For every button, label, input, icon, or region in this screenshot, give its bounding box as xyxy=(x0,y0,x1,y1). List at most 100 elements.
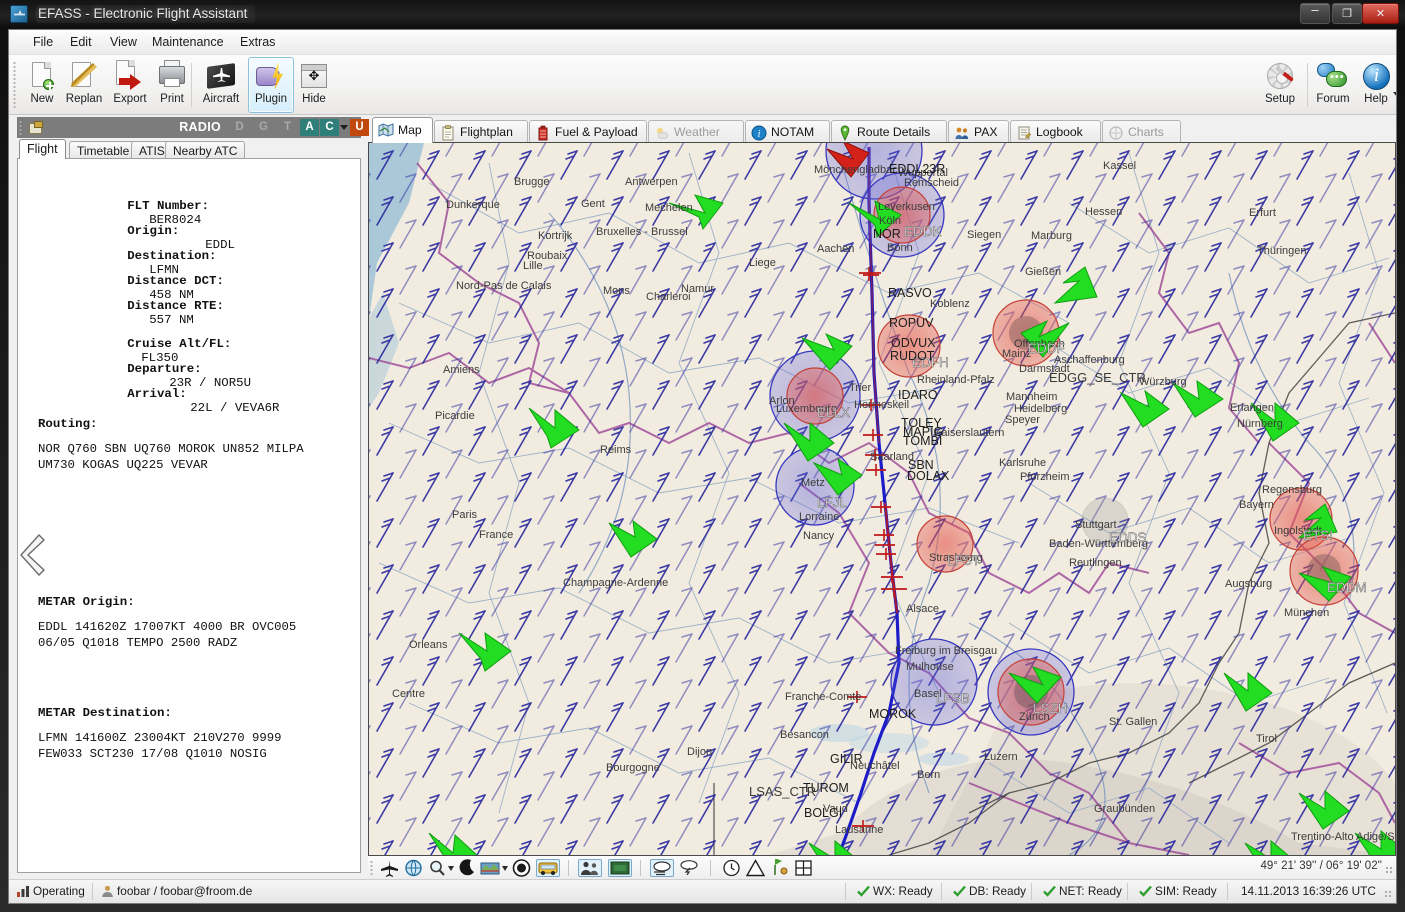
tab-flightplan[interactable]: Flightplan xyxy=(434,120,528,143)
map-toolbar-grip[interactable] xyxy=(370,860,373,876)
status-bar: Operating foobar / foobar@froom.de WX: R… xyxy=(9,879,1396,903)
waypoint-label-odvux[interactable]: ODVUX xyxy=(891,336,936,350)
wind-layer-icon[interactable] xyxy=(650,859,674,877)
pin-icon[interactable] xyxy=(29,121,42,134)
radar-range-icon[interactable] xyxy=(512,859,531,877)
help-button[interactable]: Help xyxy=(1357,57,1395,113)
close-button[interactable]: ✕ xyxy=(1362,3,1399,24)
tab-fuel-payload[interactable]: Fuel & Payload xyxy=(529,120,647,143)
city-label: München xyxy=(1284,607,1329,619)
signal-bars-icon xyxy=(17,885,30,897)
airport-label-lfst[interactable]: LFST xyxy=(947,553,980,568)
waypoint-label-morok[interactable]: MOROK xyxy=(869,707,917,721)
globe-projection-icon[interactable] xyxy=(404,859,423,877)
waypoint-label-ropuv[interactable]: ROPUV xyxy=(889,316,934,330)
grid-icon[interactable] xyxy=(794,859,813,877)
warning-triangle-icon[interactable] xyxy=(746,859,765,877)
waypoint-label-bolgi[interactable]: BOLGI xyxy=(804,806,842,820)
fuel-can-icon xyxy=(535,125,551,141)
airport-label-etsi[interactable]: ETSI xyxy=(1303,528,1333,543)
tab-flight[interactable]: Flight xyxy=(19,139,66,159)
forum-button[interactable]: Forum xyxy=(1310,57,1356,113)
export-button-label: Export xyxy=(107,93,153,105)
toolbar-grip[interactable] xyxy=(13,61,16,109)
tab-map-label: Map xyxy=(398,123,422,137)
waypoint-label-tombi[interactable]: TOMBI xyxy=(903,434,942,448)
maximize-button[interactable]: ❐ xyxy=(1332,3,1362,24)
airspace-fill-icon[interactable] xyxy=(608,859,632,877)
window-resize-grip[interactable] xyxy=(1384,890,1393,899)
tab-flightplan-label: Flightplan xyxy=(460,125,513,139)
tab-notam[interactable]: i NOTAM xyxy=(745,120,830,143)
collapse-left-chevron-icon[interactable] xyxy=(19,533,45,577)
tab-nearby-atc[interactable]: Nearby ATC xyxy=(165,141,245,159)
minimize-button[interactable]: – xyxy=(1300,3,1330,24)
waypoint-label-nor[interactable]: NOR xyxy=(873,227,901,241)
zoom-icon[interactable] xyxy=(428,859,454,877)
title-bar[interactable]: EFASS - Electronic Flight Assistant – ❐ … xyxy=(0,0,1405,29)
tab-logbook[interactable]: Logbook xyxy=(1010,120,1101,143)
new-button[interactable]: New xyxy=(18,57,66,113)
status-db: DB: Ready xyxy=(953,884,1026,898)
city-label: Kortrijk xyxy=(538,230,573,242)
waypoint-label-rudot[interactable]: RUDOT xyxy=(890,349,935,363)
pax-traffic-icon[interactable] xyxy=(578,859,602,877)
hide-button[interactable]: ✥ Hide xyxy=(296,57,332,113)
help-dropdown-chevron-down-icon[interactable] xyxy=(1393,92,1397,101)
tab-charts[interactable]: Charts xyxy=(1102,120,1181,143)
airport-label-edds[interactable]: EDDS xyxy=(1109,530,1147,545)
waypoint-label-eddl23r[interactable]: EDDL23R xyxy=(889,162,945,176)
radio-chevron-down-icon[interactable] xyxy=(340,125,348,134)
map-icon xyxy=(378,122,394,138)
resize-grip[interactable] xyxy=(1385,866,1394,875)
setup-button[interactable]: Setup xyxy=(1256,57,1304,113)
waypoint-label-dolax[interactable]: DOLAX xyxy=(907,469,950,483)
tab-pax[interactable]: PAX xyxy=(948,120,1009,143)
night-mode-icon[interactable] xyxy=(458,859,477,877)
city-label: Bonn xyxy=(887,242,913,254)
storm-layer-icon[interactable] xyxy=(678,859,700,877)
menu-maintenance[interactable]: Maintenance xyxy=(146,34,230,50)
airport-label-eddf[interactable]: EDDF xyxy=(1028,341,1065,356)
menu-edit[interactable]: Edit xyxy=(64,34,98,50)
tab-weather[interactable]: Weather xyxy=(648,120,744,143)
map-view[interactable]: BruggeAntwerpenGentMechelenDunkerqueKort… xyxy=(368,142,1396,856)
airport-label-ellx[interactable]: ELLX xyxy=(817,405,850,420)
plugin-button[interactable]: Plugin xyxy=(248,57,294,113)
city-label: Erlangen xyxy=(1230,402,1274,414)
menu-view[interactable]: View xyxy=(104,34,143,50)
traffic-vehicle-icon[interactable] xyxy=(536,859,560,877)
radio-button-a[interactable]: A xyxy=(300,119,319,136)
aircraft-follow-icon[interactable] xyxy=(380,859,399,877)
airport-label-lfjl[interactable]: LFJL xyxy=(817,495,848,510)
map-canvas[interactable]: BruggeAntwerpenGentMechelenDunkerqueKort… xyxy=(369,143,1395,855)
print-button[interactable]: Print xyxy=(148,57,196,113)
menu-extras[interactable]: Extras xyxy=(234,34,281,50)
airport-label-eddk[interactable]: EDDK xyxy=(904,224,942,239)
waypoints-icon[interactable] xyxy=(770,859,789,877)
airport-label-lszh[interactable]: LSZH xyxy=(1033,701,1068,716)
airport-label-eddm[interactable]: EDDM xyxy=(1327,580,1367,595)
radio-button-g[interactable]: G xyxy=(254,119,273,136)
waypoint-label-gilir[interactable]: GILIR xyxy=(830,752,863,766)
city-label: Antwerpen xyxy=(625,176,678,188)
new-document-icon xyxy=(25,60,59,94)
replan-button[interactable]: Replan xyxy=(60,57,108,113)
waypoint-label-milpa[interactable]: MILPA xyxy=(800,853,837,855)
clock-icon[interactable] xyxy=(722,859,741,877)
tab-fuel-payload-label: Fuel & Payload xyxy=(555,125,638,139)
tab-map[interactable]: Map xyxy=(372,117,433,143)
export-button[interactable]: Export xyxy=(106,57,154,113)
radio-button-d[interactable]: D xyxy=(230,119,249,136)
waypoint-label-idaro[interactable]: IDARO xyxy=(898,388,938,402)
radio-toolbar-grip[interactable] xyxy=(19,120,22,135)
waypoint-label-rasvo[interactable]: RASVO xyxy=(888,286,932,300)
airport-label-lfsb[interactable]: LFSB xyxy=(936,691,970,706)
radio-button-c[interactable]: C xyxy=(320,119,339,136)
tab-timetable[interactable]: Timetable xyxy=(69,141,137,159)
tab-route-details[interactable]: Route Details xyxy=(831,120,947,143)
aircraft-button[interactable]: Aircraft xyxy=(195,57,247,113)
menu-file[interactable]: File xyxy=(27,34,59,50)
radio-button-t[interactable]: T xyxy=(278,119,297,136)
terrain-layer-icon[interactable] xyxy=(480,859,508,877)
